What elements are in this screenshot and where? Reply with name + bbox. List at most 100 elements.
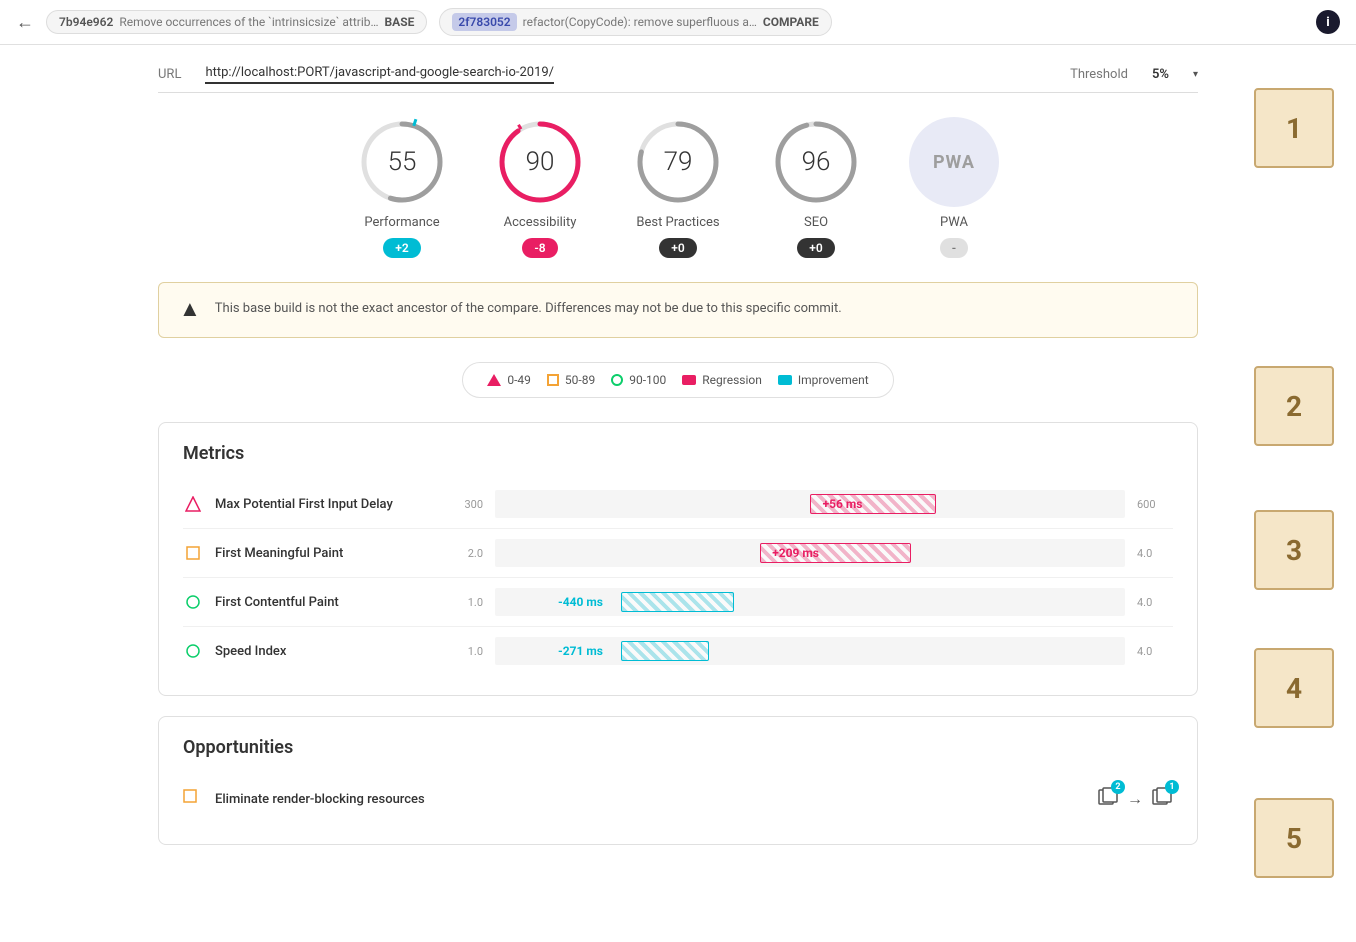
legend-label-improvement: Improvement	[798, 373, 869, 387]
base-commit-tag: BASE	[385, 15, 415, 29]
score-item-pwa: PWA PWA -	[909, 117, 999, 258]
legend-circle-icon	[611, 374, 623, 386]
top-bar: ← 7b94e962 Remove occurrences of the `in…	[0, 0, 1356, 45]
score-badge-seo: +0	[797, 238, 834, 258]
opp-arrow-icon: →	[1127, 789, 1143, 809]
base-commit-hash: 7b94e962	[59, 15, 113, 29]
compare-commit-msg: refactor(CopyCode): remove superfluous a…	[523, 15, 757, 29]
compare-commit-hash: 2f783052	[452, 13, 516, 31]
metric-row-first-contentful-paint: First Contentful Paint 1.0 -440 ms 4.0	[183, 578, 1173, 627]
metric-max-first-meaningful-paint: 4.0	[1137, 547, 1173, 560]
legend-rect-cyan-icon	[778, 375, 792, 385]
legend-square-icon	[547, 374, 559, 386]
score-item-accessibility: 90 Accessibility -8	[495, 117, 585, 258]
score-item-seo: 96 SEO +0	[771, 117, 861, 258]
metric-min-first-contentful-paint: 1.0	[447, 596, 483, 609]
metric-row-speed-index: Speed Index 1.0 -271 ms 4.0	[183, 627, 1173, 675]
legend-label-50-89: 50-89	[565, 373, 595, 387]
score-label-performance: Performance	[364, 215, 439, 230]
metric-bar-label-2: -440 ms	[558, 595, 603, 609]
metric-icon-speed-index	[183, 641, 203, 661]
annotation-4: 4	[1254, 648, 1334, 728]
score-label-accessibility: Accessibility	[504, 215, 577, 230]
score-badge-accessibility: -8	[522, 238, 557, 258]
metrics-title: Metrics	[183, 443, 1173, 464]
info-icon[interactable]: i	[1316, 10, 1340, 34]
threshold-dropdown-arrow[interactable]: ▾	[1193, 69, 1198, 80]
scores-row: 55 Performance +2 90 Accessibility	[158, 117, 1198, 258]
url-value: http://localhost:PORT/javascript-and-goo…	[205, 65, 554, 84]
metric-icon-first-meaningful-paint	[183, 543, 203, 563]
metric-row-first-input-delay: Max Potential First Input Delay 300 +56 …	[183, 480, 1173, 529]
annotation-2: 2	[1254, 366, 1334, 446]
score-label-pwa: PWA	[940, 215, 968, 230]
score-circle-best-practices: 79	[633, 117, 723, 207]
legend-item-0-49: 0-49	[487, 373, 531, 387]
opp-compare-btn[interactable]: 1	[1151, 786, 1173, 812]
metric-bar-first-meaningful-paint: +209 ms	[495, 539, 1125, 567]
legend-label-regression: Regression	[702, 373, 762, 387]
threshold-label: Threshold	[1070, 67, 1128, 82]
metric-bar-fill-3	[621, 641, 709, 661]
url-label: URL	[158, 67, 181, 82]
threshold-value: 5%	[1152, 67, 1169, 82]
legend-rect-pink-icon	[682, 375, 696, 385]
annotation-5: 5	[1254, 798, 1334, 878]
pwa-circle: PWA	[909, 117, 999, 207]
legend-item-50-89: 50-89	[547, 373, 595, 387]
metric-max-first-contentful-paint: 4.0	[1137, 596, 1173, 609]
metric-name-first-input-delay: Max Potential First Input Delay	[215, 497, 435, 512]
metric-min-speed-index: 1.0	[447, 645, 483, 658]
opp-base-count: 2	[1111, 780, 1125, 794]
opp-name-render-blocking: Eliminate render-blocking resources	[215, 792, 1085, 807]
opp-actions-render-blocking: 2 → 1	[1097, 786, 1173, 812]
score-badge-performance: +2	[383, 238, 420, 258]
opportunities-title: Opportunities	[183, 737, 1173, 758]
score-circle-performance: 55	[357, 117, 447, 207]
warning-text: This base build is not the exact ancesto…	[215, 299, 842, 319]
compare-commit-tag: COMPARE	[763, 15, 819, 29]
score-item-performance: 55 Performance +2	[357, 117, 447, 258]
annotation-3: 3	[1254, 510, 1334, 590]
metric-bar-first-input-delay: +56 ms	[495, 490, 1125, 518]
warning-banner: ▲ This base build is not the exact ances…	[158, 282, 1198, 338]
annotation-1: 1	[1254, 88, 1334, 168]
metric-name-first-contentful-paint: First Contentful Paint	[215, 595, 435, 610]
opportunities-section: Opportunities Eliminate render-blocking …	[158, 716, 1198, 845]
opp-base-btn[interactable]: 2	[1097, 786, 1119, 812]
legend-label-0-49: 0-49	[507, 373, 531, 387]
metric-bar-fill-2	[621, 592, 734, 612]
legend-item-90-100: 90-100	[611, 373, 666, 387]
score-num-performance: 55	[388, 147, 417, 177]
legend-label-90-100: 90-100	[629, 373, 666, 387]
metric-row-first-meaningful-paint: First Meaningful Paint 2.0 +209 ms 4.0	[183, 529, 1173, 578]
metric-max-first-input-delay: 600	[1137, 498, 1173, 511]
metric-bar-first-contentful-paint: -440 ms	[495, 588, 1125, 616]
back-button[interactable]: ←	[16, 12, 34, 33]
legend-row: 0-49 50-89 90-100 Regression Improvement	[462, 362, 893, 398]
metric-max-speed-index: 4.0	[1137, 645, 1173, 658]
metric-bar-label-3: -271 ms	[558, 644, 603, 658]
score-label-seo: SEO	[804, 215, 828, 230]
legend-triangle-icon	[487, 374, 501, 386]
metric-bar-label-1: +209 ms	[772, 546, 819, 560]
score-badge-best-practices: +0	[659, 238, 696, 258]
metric-name-speed-index: Speed Index	[215, 644, 435, 659]
url-bar: URL http://localhost:PORT/javascript-and…	[158, 65, 1198, 93]
metric-icon-first-input-delay	[183, 494, 203, 514]
score-circle-accessibility: 90	[495, 117, 585, 207]
opp-compare-count: 1	[1165, 780, 1179, 794]
opp-icon-render-blocking	[183, 789, 203, 809]
opportunity-row-0: Eliminate render-blocking resources 2 →	[183, 774, 1173, 824]
compare-commit-pill[interactable]: 2f783052 refactor(CopyCode): remove supe…	[439, 8, 831, 36]
metrics-section: Metrics Max Potential First Input Delay …	[158, 422, 1198, 696]
warning-triangle-icon: ▲	[179, 299, 201, 321]
metric-min-first-input-delay: 300	[447, 498, 483, 511]
base-commit-pill[interactable]: 7b94e962 Remove occurrences of the `intr…	[46, 10, 427, 34]
score-badge-pwa: -	[940, 238, 968, 258]
legend-item-improvement: Improvement	[778, 373, 869, 387]
base-commit-msg: Remove occurrences of the `intrinsicsize…	[119, 15, 378, 29]
main-content: URL http://localhost:PORT/javascript-and…	[128, 45, 1228, 885]
score-item-best-practices: 79 Best Practices +0	[633, 117, 723, 258]
metric-min-first-meaningful-paint: 2.0	[447, 547, 483, 560]
